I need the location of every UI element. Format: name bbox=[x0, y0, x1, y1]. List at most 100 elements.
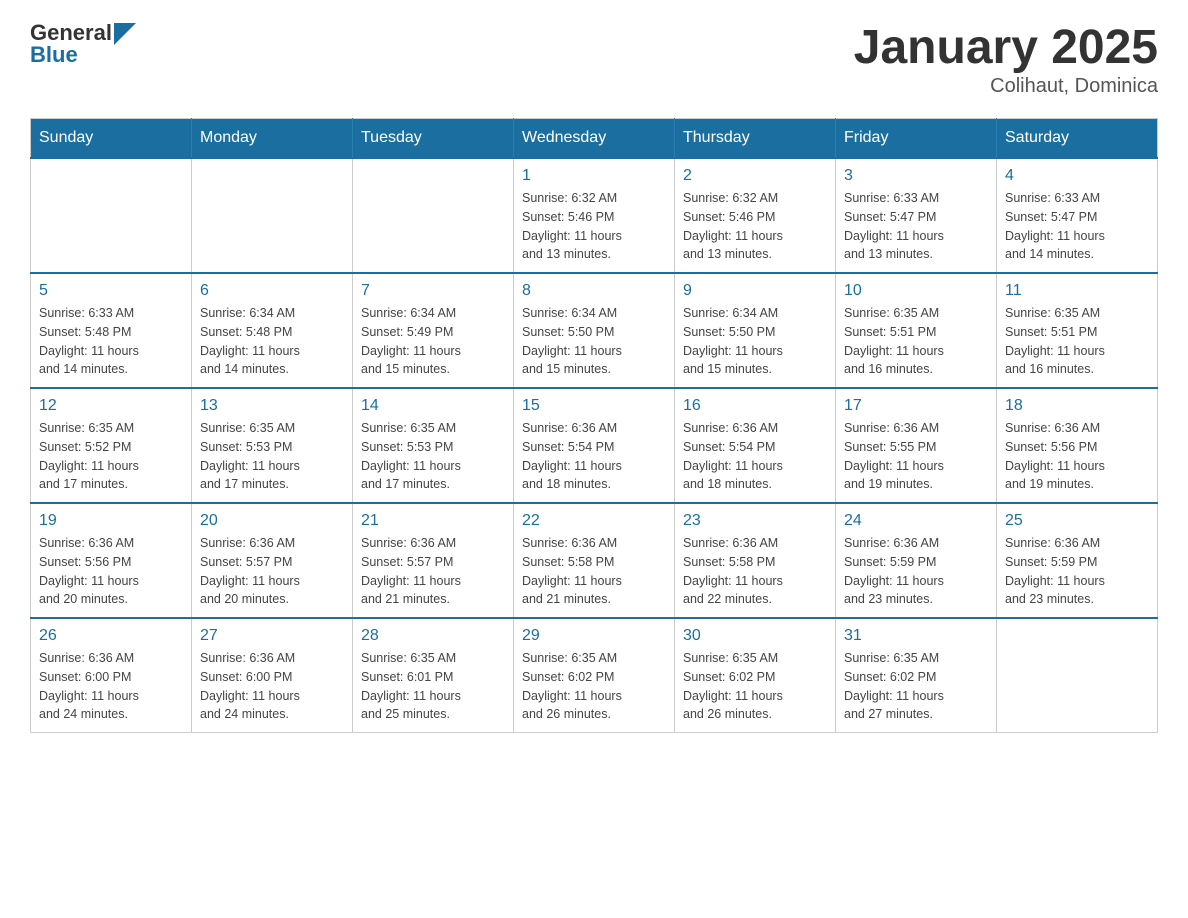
day-number: 20 bbox=[200, 512, 344, 530]
day-number: 13 bbox=[200, 397, 344, 415]
day-info: Sunrise: 6:35 AM Sunset: 5:53 PM Dayligh… bbox=[200, 419, 344, 494]
logo-triangle-icon bbox=[114, 23, 136, 45]
day-number: 5 bbox=[39, 282, 183, 300]
day-info: Sunrise: 6:36 AM Sunset: 5:58 PM Dayligh… bbox=[522, 534, 666, 609]
calendar-cell: 19Sunrise: 6:36 AM Sunset: 5:56 PM Dayli… bbox=[31, 503, 192, 618]
calendar-week-row: 26 Sunrise: 6:36 AM Sunset: 6:00 PM Dayli… bbox=[31, 618, 1158, 733]
day-number: 2 bbox=[683, 167, 827, 185]
calendar-cell: 9 Sunrise: 6:34 AM Sunset: 5:50 PM Daylig… bbox=[675, 273, 836, 388]
calendar-cell bbox=[31, 158, 192, 273]
logo: General Blue bbox=[30, 20, 136, 68]
calendar-cell: 27Sunrise: 6:36 AM Sunset: 6:00 PM Dayli… bbox=[192, 618, 353, 733]
calendar-cell: 29 Sunrise: 6:35 AM Sunset: 6:02 PM Dayli… bbox=[514, 618, 675, 733]
calendar-cell: 12Sunrise: 6:35 AM Sunset: 5:52 PM Dayli… bbox=[31, 388, 192, 503]
day-info: Sunrise: 6:36 AM Sunset: 5:54 PM Dayligh… bbox=[522, 419, 666, 494]
day-number: 11 bbox=[1005, 282, 1149, 300]
calendar-cell: 6 Sunrise: 6:34 AM Sunset: 5:48 PM Daylig… bbox=[192, 273, 353, 388]
day-info: Sunrise: 6:35 AM Sunset: 5:52 PM Dayligh… bbox=[39, 419, 183, 494]
day-number: 4 bbox=[1005, 167, 1149, 185]
calendar-cell: 28 Sunrise: 6:35 AM Sunset: 6:01 PM Dayli… bbox=[353, 618, 514, 733]
day-number: 7 bbox=[361, 282, 505, 300]
day-number: 29 bbox=[522, 627, 666, 645]
calendar-cell: 5 Sunrise: 6:33 AM Sunset: 5:48 PM Daylig… bbox=[31, 273, 192, 388]
calendar-header-friday: Friday bbox=[836, 119, 997, 159]
title-section: January 2025 Colihaut, Dominica bbox=[854, 20, 1158, 98]
day-number: 17 bbox=[844, 397, 988, 415]
day-info: Sunrise: 6:35 AM Sunset: 5:51 PM Dayligh… bbox=[1005, 304, 1149, 379]
day-info: Sunrise: 6:36 AM Sunset: 5:59 PM Dayligh… bbox=[1005, 534, 1149, 609]
calendar-cell: 2 Sunrise: 6:32 AM Sunset: 5:46 PM Daylig… bbox=[675, 158, 836, 273]
day-info: Sunrise: 6:35 AM Sunset: 5:53 PM Dayligh… bbox=[361, 419, 505, 494]
day-info: Sunrise: 6:35 AM Sunset: 5:51 PM Dayligh… bbox=[844, 304, 988, 379]
calendar-cell bbox=[997, 618, 1158, 733]
calendar-header-thursday: Thursday bbox=[675, 119, 836, 159]
day-info: Sunrise: 6:34 AM Sunset: 5:50 PM Dayligh… bbox=[522, 304, 666, 379]
calendar-cell: 31 Sunrise: 6:35 AM Sunset: 6:02 PM Dayli… bbox=[836, 618, 997, 733]
day-number: 26 bbox=[39, 627, 183, 645]
calendar-cell: 10Sunrise: 6:35 AM Sunset: 5:51 PM Dayli… bbox=[836, 273, 997, 388]
calendar-cell: 1 Sunrise: 6:32 AM Sunset: 5:46 PM Daylig… bbox=[514, 158, 675, 273]
calendar-cell: 16 Sunrise: 6:36 AM Sunset: 5:54 PM Dayli… bbox=[675, 388, 836, 503]
day-info: Sunrise: 6:36 AM Sunset: 5:54 PM Dayligh… bbox=[683, 419, 827, 494]
calendar-cell bbox=[192, 158, 353, 273]
day-info: Sunrise: 6:32 AM Sunset: 5:46 PM Dayligh… bbox=[683, 189, 827, 264]
calendar-cell: 21Sunrise: 6:36 AM Sunset: 5:57 PM Dayli… bbox=[353, 503, 514, 618]
day-number: 21 bbox=[361, 512, 505, 530]
calendar-cell: 26Sunrise: 6:36 AM Sunset: 6:00 PM Dayli… bbox=[31, 618, 192, 733]
calendar-week-row: 5 Sunrise: 6:33 AM Sunset: 5:48 PM Daylig… bbox=[31, 273, 1158, 388]
day-number: 23 bbox=[683, 512, 827, 530]
calendar-header-sunday: Sunday bbox=[31, 119, 192, 159]
page-subtitle: Colihaut, Dominica bbox=[854, 75, 1158, 98]
day-number: 30 bbox=[683, 627, 827, 645]
day-number: 22 bbox=[522, 512, 666, 530]
day-info: Sunrise: 6:34 AM Sunset: 5:49 PM Dayligh… bbox=[361, 304, 505, 379]
calendar-cell: 14Sunrise: 6:35 AM Sunset: 5:53 PM Dayli… bbox=[353, 388, 514, 503]
calendar-header-row: SundayMondayTuesdayWednesdayThursdayFrid… bbox=[31, 119, 1158, 159]
day-info: Sunrise: 6:35 AM Sunset: 6:02 PM Dayligh… bbox=[522, 649, 666, 724]
calendar-cell: 7 Sunrise: 6:34 AM Sunset: 5:49 PM Daylig… bbox=[353, 273, 514, 388]
calendar-cell: 22 Sunrise: 6:36 AM Sunset: 5:58 PM Dayli… bbox=[514, 503, 675, 618]
logo-blue: Blue bbox=[30, 42, 78, 68]
day-info: Sunrise: 6:33 AM Sunset: 5:48 PM Dayligh… bbox=[39, 304, 183, 379]
day-info: Sunrise: 6:35 AM Sunset: 6:02 PM Dayligh… bbox=[844, 649, 988, 724]
day-number: 9 bbox=[683, 282, 827, 300]
day-number: 28 bbox=[361, 627, 505, 645]
page-title: January 2025 bbox=[854, 20, 1158, 75]
day-number: 19 bbox=[39, 512, 183, 530]
day-number: 3 bbox=[844, 167, 988, 185]
calendar-cell: 15Sunrise: 6:36 AM Sunset: 5:54 PM Dayli… bbox=[514, 388, 675, 503]
day-info: Sunrise: 6:33 AM Sunset: 5:47 PM Dayligh… bbox=[1005, 189, 1149, 264]
calendar-header-tuesday: Tuesday bbox=[353, 119, 514, 159]
day-number: 25 bbox=[1005, 512, 1149, 530]
day-info: Sunrise: 6:34 AM Sunset: 5:48 PM Dayligh… bbox=[200, 304, 344, 379]
day-info: Sunrise: 6:35 AM Sunset: 6:02 PM Dayligh… bbox=[683, 649, 827, 724]
calendar-week-row: 19Sunrise: 6:36 AM Sunset: 5:56 PM Dayli… bbox=[31, 503, 1158, 618]
day-number: 6 bbox=[200, 282, 344, 300]
day-number: 16 bbox=[683, 397, 827, 415]
day-number: 24 bbox=[844, 512, 988, 530]
calendar-cell: 17Sunrise: 6:36 AM Sunset: 5:55 PM Dayli… bbox=[836, 388, 997, 503]
day-info: Sunrise: 6:35 AM Sunset: 6:01 PM Dayligh… bbox=[361, 649, 505, 724]
day-info: Sunrise: 6:36 AM Sunset: 6:00 PM Dayligh… bbox=[200, 649, 344, 724]
calendar-cell: 24Sunrise: 6:36 AM Sunset: 5:59 PM Dayli… bbox=[836, 503, 997, 618]
day-info: Sunrise: 6:33 AM Sunset: 5:47 PM Dayligh… bbox=[844, 189, 988, 264]
calendar-cell: 23 Sunrise: 6:36 AM Sunset: 5:58 PM Dayli… bbox=[675, 503, 836, 618]
calendar-cell: 18 Sunrise: 6:36 AM Sunset: 5:56 PM Dayli… bbox=[997, 388, 1158, 503]
day-info: Sunrise: 6:36 AM Sunset: 5:56 PM Dayligh… bbox=[1005, 419, 1149, 494]
calendar-cell: 8 Sunrise: 6:34 AM Sunset: 5:50 PM Daylig… bbox=[514, 273, 675, 388]
calendar-cell: 13 Sunrise: 6:35 AM Sunset: 5:53 PM Dayli… bbox=[192, 388, 353, 503]
calendar-cell: 25 Sunrise: 6:36 AM Sunset: 5:59 PM Dayli… bbox=[997, 503, 1158, 618]
day-info: Sunrise: 6:36 AM Sunset: 5:57 PM Dayligh… bbox=[200, 534, 344, 609]
day-info: Sunrise: 6:36 AM Sunset: 5:58 PM Dayligh… bbox=[683, 534, 827, 609]
day-number: 18 bbox=[1005, 397, 1149, 415]
calendar-cell: 4 Sunrise: 6:33 AM Sunset: 5:47 PM Daylig… bbox=[997, 158, 1158, 273]
day-info: Sunrise: 6:32 AM Sunset: 5:46 PM Dayligh… bbox=[522, 189, 666, 264]
calendar-cell bbox=[353, 158, 514, 273]
calendar-week-row: 1 Sunrise: 6:32 AM Sunset: 5:46 PM Daylig… bbox=[31, 158, 1158, 273]
day-number: 31 bbox=[844, 627, 988, 645]
day-info: Sunrise: 6:34 AM Sunset: 5:50 PM Dayligh… bbox=[683, 304, 827, 379]
day-number: 8 bbox=[522, 282, 666, 300]
calendar-header-wednesday: Wednesday bbox=[514, 119, 675, 159]
calendar-week-row: 12Sunrise: 6:35 AM Sunset: 5:52 PM Dayli… bbox=[31, 388, 1158, 503]
day-number: 1 bbox=[522, 167, 666, 185]
